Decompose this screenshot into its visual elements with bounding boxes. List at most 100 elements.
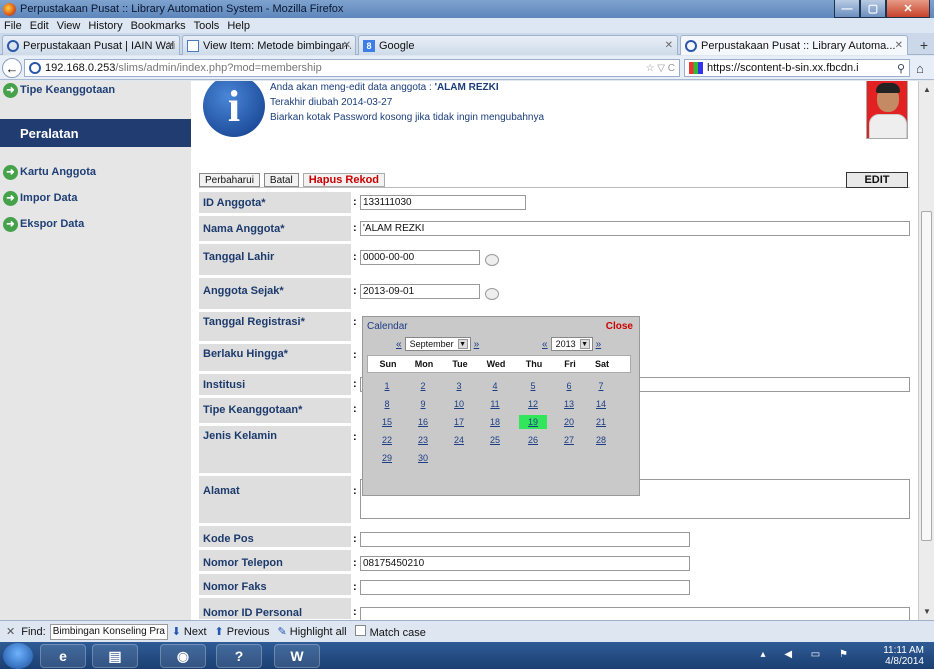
bookmark-reload-icons[interactable]: ☆ ▽ C <box>646 63 675 74</box>
calendar-day[interactable]: 9 <box>409 397 437 411</box>
scroll-thumb[interactable] <box>921 211 932 541</box>
nomor-faks-input[interactable] <box>360 580 690 595</box>
tab-close-icon[interactable]: ✕ <box>167 40 175 51</box>
explorer-taskbar-icon[interactable]: ▤ <box>92 644 138 668</box>
match-case-checkbox[interactable]: Match case <box>354 624 426 639</box>
search-bar[interactable]: https://scontent-b-sin.xx.fbcdn.i ⚲ <box>684 59 910 77</box>
calendar-day[interactable]: 21 <box>587 415 615 429</box>
tab-perpustakaan-iain[interactable]: Perpustakaan Pusat | IAIN Walisongo ... … <box>2 35 180 55</box>
calendar-day[interactable]: 22 <box>373 433 401 447</box>
calendar-day[interactable]: 17 <box>445 415 473 429</box>
calendar-day[interactable]: 3 <box>445 379 473 393</box>
calendar-day[interactable]: 23 <box>409 433 437 447</box>
tab-perpustakaan-active[interactable]: Perpustakaan Pusat :: Library Automa... … <box>680 35 908 55</box>
calendar-day[interactable]: 11 <box>481 397 509 411</box>
menu-edit[interactable]: Edit <box>30 20 49 32</box>
menu-bookmarks[interactable]: Bookmarks <box>131 20 186 32</box>
calendar-day[interactable]: 24 <box>445 433 473 447</box>
scroll-up-icon[interactable]: ▲ <box>923 85 931 94</box>
find-previous-button[interactable]: ⬆ Previous <box>215 625 270 638</box>
calendar-day[interactable]: 10 <box>445 397 473 411</box>
search-icon[interactable]: ⚲ <box>897 62 905 75</box>
find-close-button[interactable]: ✕ <box>6 625 15 638</box>
nomor-id-personal-input[interactable] <box>360 607 910 620</box>
tab-google[interactable]: 8 Google ✕ <box>358 35 678 55</box>
calendar-day[interactable]: 25 <box>481 433 509 447</box>
update-button[interactable]: Perbaharui <box>199 173 260 187</box>
next-month-link[interactable]: » <box>474 339 480 350</box>
prev-month-link[interactable]: « <box>396 339 402 350</box>
sidebar-item-tipe-keanggotaan[interactable]: ➜ Tipe Keanggotaan <box>0 81 191 99</box>
find-input[interactable]: Bimbingan Konseling Pra I <box>49 623 168 640</box>
tab-close-icon[interactable]: ✕ <box>895 40 903 51</box>
site-identity-icon[interactable] <box>29 62 41 74</box>
calendar-day[interactable]: 28 <box>587 433 615 447</box>
kode-pos-input[interactable] <box>360 532 690 547</box>
tray-icons[interactable]: ▴ ◀ ▭ ⚑ <box>761 649 856 660</box>
tab-view-item[interactable]: View Item: Metode bimbingan Agam... ✕ <box>182 35 356 55</box>
calendar-close-button[interactable]: Close <box>606 321 633 332</box>
clock[interactable]: 11:11 AM 4/8/2014 <box>883 645 924 667</box>
vertical-scrollbar[interactable]: ▲ ▼ <box>918 81 934 620</box>
calendar-day[interactable]: 4 <box>481 379 509 393</box>
year-select[interactable]: 2013 ▼ <box>550 337 593 351</box>
sidebar-item-ekspor-data[interactable]: ➜ Ekspor Data <box>0 215 191 233</box>
word-taskbar-icon[interactable]: W <box>274 644 320 668</box>
home-button[interactable]: ⌂ <box>916 61 924 76</box>
sidebar-item-impor-data[interactable]: ➜ Impor Data <box>0 189 191 207</box>
calendar-day[interactable]: 6 <box>555 379 583 393</box>
calendar-day[interactable]: 14 <box>587 397 615 411</box>
prev-year-link[interactable]: « <box>542 339 548 350</box>
calendar-day[interactable]: 27 <box>555 433 583 447</box>
calendar-day[interactable]: 1 <box>373 379 401 393</box>
find-next-button[interactable]: ⬇ Next <box>172 625 207 638</box>
close-window-button[interactable]: ✕ <box>886 0 930 18</box>
calendar-icon[interactable] <box>485 288 499 300</box>
ie-taskbar-icon[interactable]: e <box>40 644 86 668</box>
tab-close-icon[interactable]: ✕ <box>343 40 351 51</box>
scroll-down-icon[interactable]: ▼ <box>923 607 931 616</box>
calendar-day[interactable]: 30 <box>409 451 437 465</box>
calendar-day[interactable]: 13 <box>555 397 583 411</box>
calendar-day[interactable]: 5 <box>519 379 547 393</box>
month-select[interactable]: September ▼ <box>404 337 471 351</box>
calendar-day[interactable]: 29 <box>373 451 401 465</box>
id-anggota-input[interactable]: 133111030 <box>360 195 526 210</box>
anggota-sejak-input[interactable]: 2013-09-01 <box>360 284 480 299</box>
sidebar-item-kartu-anggota[interactable]: ➜ Kartu Anggota <box>0 163 191 181</box>
minimize-button[interactable]: — <box>834 0 860 18</box>
calendar-day[interactable]: 15 <box>373 415 401 429</box>
new-tab-button[interactable]: + <box>920 37 928 53</box>
firefox-taskbar-icon[interactable]: ◉ <box>160 644 206 668</box>
highlight-all-button[interactable]: ✎ Highlight all <box>278 625 347 638</box>
help-taskbar-icon[interactable]: ? <box>216 644 262 668</box>
calendar-day[interactable]: 16 <box>409 415 437 429</box>
calendar-day[interactable]: 8 <box>373 397 401 411</box>
calendar-day[interactable]: 26 <box>519 433 547 447</box>
url-bar[interactable]: 192.168.0.253 /slims/admin/index.php?mod… <box>24 59 680 77</box>
next-year-link[interactable]: » <box>596 339 602 350</box>
calendar-day[interactable]: 7 <box>587 379 615 393</box>
menu-tools[interactable]: Tools <box>194 20 220 32</box>
menu-history[interactable]: History <box>88 20 122 32</box>
tab-close-icon[interactable]: ✕ <box>665 40 673 51</box>
maximize-button[interactable]: ▢ <box>860 0 886 18</box>
back-button[interactable]: ← <box>2 58 22 78</box>
menu-view[interactable]: View <box>57 20 81 32</box>
calendar-day[interactable]: 20 <box>555 415 583 429</box>
menu-help[interactable]: Help <box>227 20 250 32</box>
search-engine-icon[interactable] <box>689 62 703 74</box>
calendar-day[interactable]: 2 <box>409 379 437 393</box>
menu-file[interactable]: File <box>4 20 22 32</box>
calendar-day[interactable]: 12 <box>519 397 547 411</box>
calendar-day[interactable]: 19 <box>519 415 547 429</box>
calendar-day[interactable]: 18 <box>481 415 509 429</box>
delete-record-button[interactable]: Hapus Rekod <box>302 173 386 187</box>
calendar-icon[interactable] <box>485 254 499 266</box>
nomor-telepon-input[interactable]: 08175450210 <box>360 556 690 571</box>
cancel-button[interactable]: Batal <box>263 173 299 187</box>
tanggal-lahir-input[interactable]: 0000-00-00 <box>360 250 480 265</box>
nama-anggota-input[interactable]: 'ALAM REZKI <box>360 221 910 236</box>
start-button[interactable] <box>3 643 33 669</box>
edit-button[interactable]: EDIT <box>846 172 908 188</box>
